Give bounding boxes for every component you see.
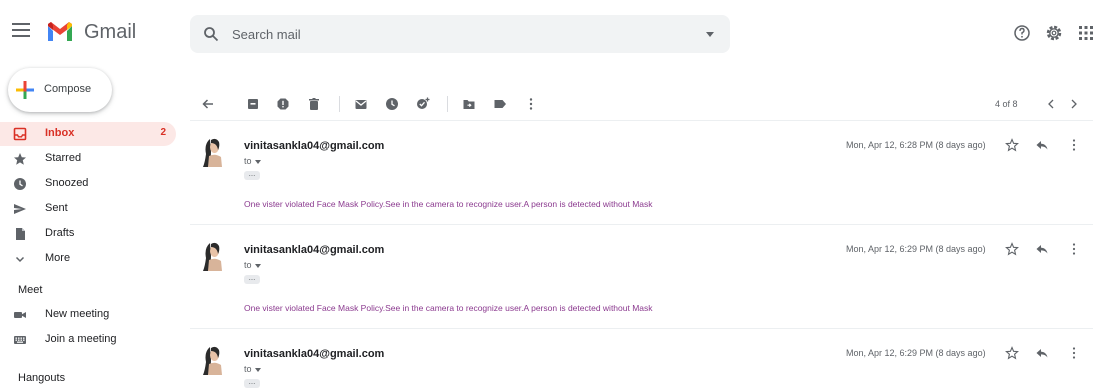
hangouts-section-title: Hangouts xyxy=(18,372,66,384)
archive-icon[interactable] xyxy=(246,97,260,111)
report-spam-icon[interactable] xyxy=(276,97,290,111)
reply-icon[interactable] xyxy=(1035,242,1049,256)
back-icon[interactable] xyxy=(201,97,215,111)
show-trimmed-content-button[interactable]: ... xyxy=(244,170,260,180)
delete-icon[interactable] xyxy=(307,97,321,111)
star-icon[interactable] xyxy=(1005,138,1019,152)
toolbar-divider xyxy=(447,96,448,112)
help-icon[interactable] xyxy=(1012,23,1032,43)
sender-name: vinitasankla04@gmail.com xyxy=(244,348,385,360)
sidebar-item-starred[interactable]: Starred xyxy=(0,147,176,171)
plus-icon xyxy=(16,81,34,99)
move-to-icon[interactable] xyxy=(462,97,476,111)
sidebar-item-label: Starred xyxy=(45,152,82,164)
message-item[interactable]: vinitasankla04@gmail.com to ... Mon, Apr… xyxy=(190,226,1093,330)
compose-button[interactable]: Compose xyxy=(8,68,112,112)
message-date: Mon, Apr 12, 6:29 PM (8 days ago) xyxy=(846,348,986,358)
menu-icon[interactable] xyxy=(12,23,30,37)
message-divider xyxy=(190,120,1093,121)
search-options-icon[interactable] xyxy=(706,32,714,37)
show-trimmed-content-button[interactable]: ... xyxy=(244,378,260,388)
sender-name: vinitasankla04@gmail.com xyxy=(244,140,385,152)
new-meeting-button[interactable]: New meeting xyxy=(0,303,176,327)
star-icon xyxy=(14,153,26,165)
apps-icon[interactable] xyxy=(1076,23,1093,43)
chevron-down-icon xyxy=(15,256,25,263)
star-icon[interactable] xyxy=(1005,242,1019,256)
meet-section-title: Meet xyxy=(18,284,43,296)
sidebar-item-label: New meeting xyxy=(45,308,110,320)
to-label: to xyxy=(244,156,252,166)
sender-name: vinitasankla04@gmail.com xyxy=(244,244,385,256)
send-icon xyxy=(14,204,26,214)
app-name: Gmail xyxy=(84,21,137,43)
more-icon[interactable] xyxy=(1067,138,1081,152)
reply-icon[interactable] xyxy=(1035,138,1049,152)
avatar[interactable] xyxy=(202,240,224,272)
pagination-text: 4 of 8 xyxy=(995,99,1018,109)
sidebar-item-label: Drafts xyxy=(45,227,75,239)
search-icon[interactable] xyxy=(203,26,219,42)
message-body: One vister violated Face Mask Policy.See… xyxy=(244,303,653,313)
to-label: to xyxy=(244,364,252,374)
recipient-details-toggle[interactable]: to xyxy=(244,156,261,166)
message-body: One vister violated Face Mask Policy.See… xyxy=(244,199,653,209)
sidebar-item-label: Join a meeting xyxy=(45,333,117,345)
older-icon[interactable] xyxy=(1045,97,1057,111)
compose-label: Compose xyxy=(44,83,92,95)
gmail-logo-icon[interactable] xyxy=(46,22,74,42)
settings-icon[interactable] xyxy=(1044,23,1064,43)
top-header: Gmail xyxy=(0,0,1093,64)
search-input[interactable] xyxy=(232,24,672,44)
message-date: Mon, Apr 12, 6:29 PM (8 days ago) xyxy=(846,244,986,254)
reply-icon[interactable] xyxy=(1035,346,1049,360)
star-icon[interactable] xyxy=(1005,346,1019,360)
sidebar-item-label: Sent xyxy=(45,202,68,214)
unread-count-badge: 2 xyxy=(160,127,166,138)
show-trimmed-content-button[interactable]: ... xyxy=(244,274,260,284)
sidebar-item-more[interactable]: More xyxy=(0,247,176,271)
newer-icon[interactable] xyxy=(1068,97,1080,111)
message-item[interactable]: vinitasankla04@gmail.com to ... Mon, Apr… xyxy=(190,330,1093,390)
snooze-icon[interactable] xyxy=(385,97,399,111)
sidebar-item-inbox[interactable]: Inbox 2 xyxy=(0,122,176,146)
sidebar-item-snoozed[interactable]: Snoozed xyxy=(0,172,176,196)
caret-down-icon xyxy=(254,263,261,268)
message-item[interactable]: vinitasankla04@gmail.com to ... Mon, Apr… xyxy=(190,122,1093,226)
recipient-details-toggle[interactable]: to xyxy=(244,364,261,374)
recipient-details-toggle[interactable]: to xyxy=(244,260,261,270)
more-icon[interactable] xyxy=(1067,346,1081,360)
to-label: to xyxy=(244,260,252,270)
join-meeting-button[interactable]: Join a meeting xyxy=(0,328,176,352)
video-camera-icon xyxy=(14,312,26,318)
clock-icon xyxy=(14,178,26,190)
keyboard-icon xyxy=(14,336,26,344)
message-divider xyxy=(190,328,1093,329)
sidebar-item-label: Snoozed xyxy=(45,177,89,189)
avatar[interactable] xyxy=(202,136,224,168)
sidebar-item-label: More xyxy=(45,252,71,264)
search-bar[interactable] xyxy=(190,15,730,53)
caret-down-icon xyxy=(254,159,261,164)
sidebar-item-drafts[interactable]: Drafts xyxy=(0,222,176,246)
sidebar-item-sent[interactable]: Sent xyxy=(0,197,176,221)
add-to-tasks-icon[interactable] xyxy=(416,97,430,111)
inbox-icon xyxy=(13,127,27,141)
draft-icon xyxy=(16,228,25,240)
message-divider xyxy=(190,224,1093,225)
sidebar-item-label: Inbox xyxy=(45,127,75,139)
caret-down-icon xyxy=(254,367,261,372)
toolbar-divider xyxy=(339,96,340,112)
avatar[interactable] xyxy=(202,344,224,376)
more-icon[interactable] xyxy=(1067,242,1081,256)
message-date: Mon, Apr 12, 6:28 PM (8 days ago) xyxy=(846,140,986,150)
more-icon[interactable] xyxy=(524,97,538,111)
mark-unread-icon[interactable] xyxy=(354,97,368,111)
labels-icon[interactable] xyxy=(493,97,507,111)
